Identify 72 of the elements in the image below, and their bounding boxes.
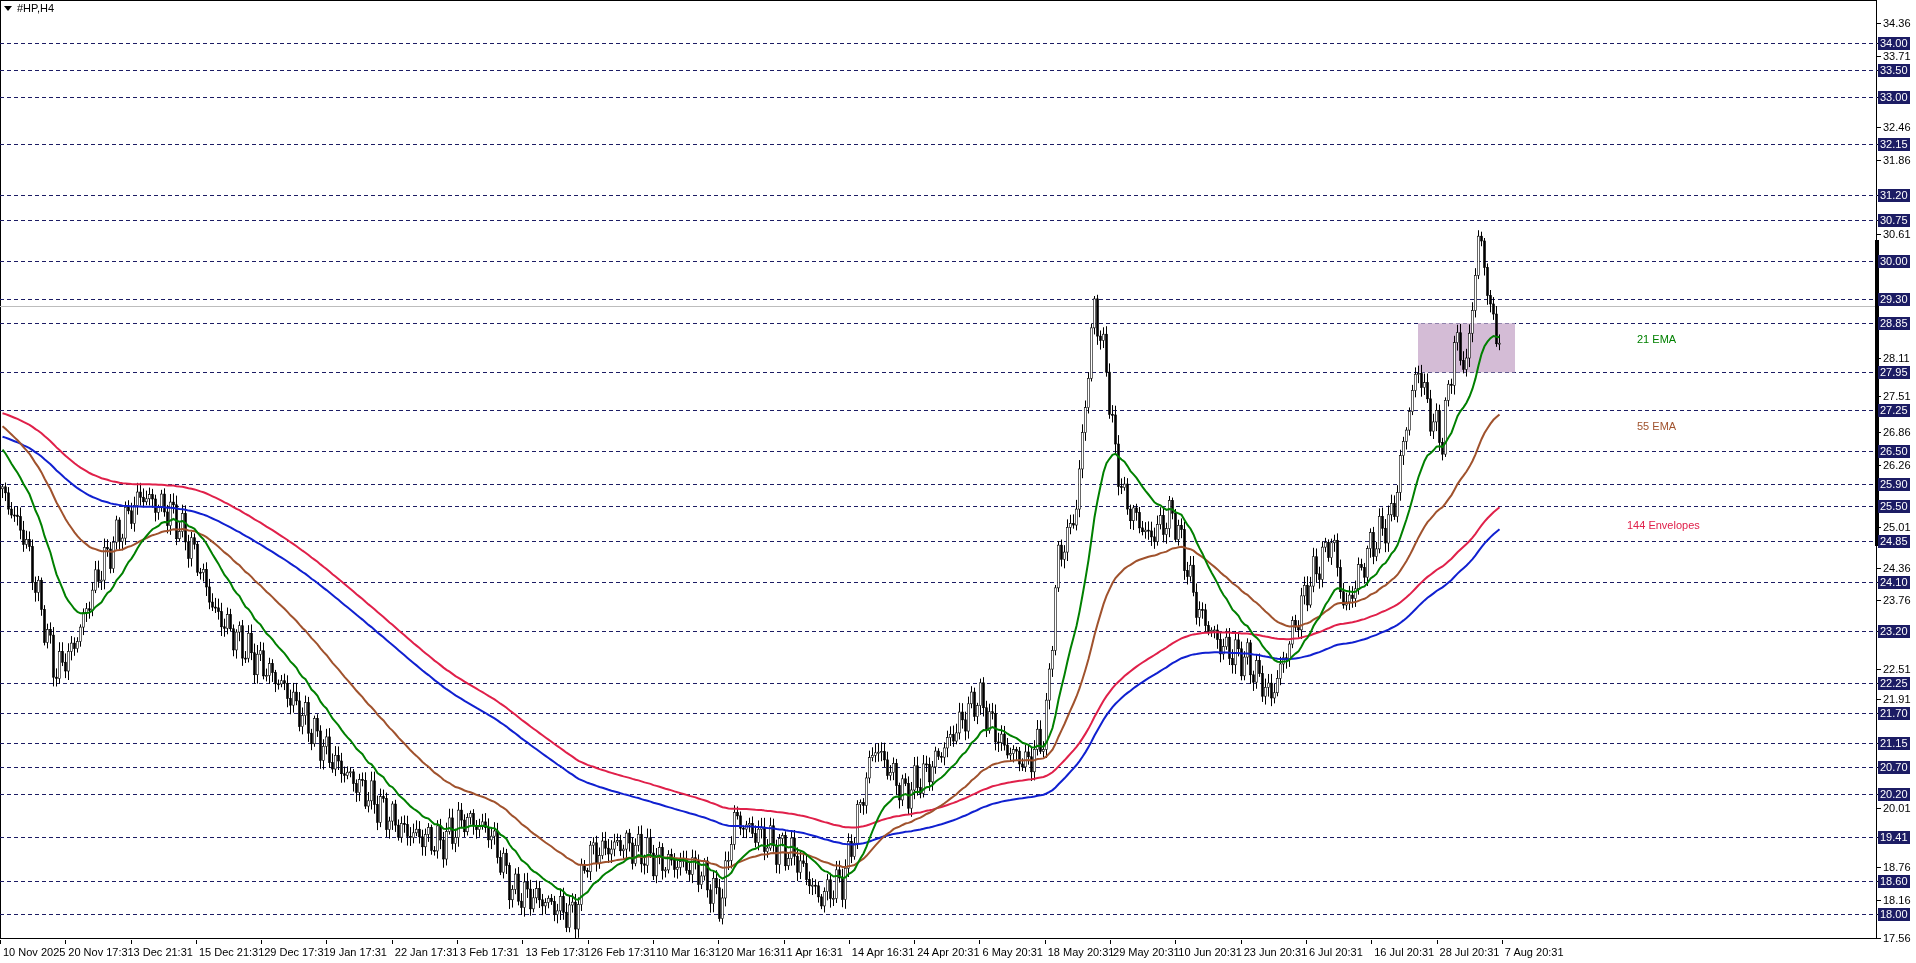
- indicator-label: 144 Envelopes: [1627, 520, 1700, 531]
- price-level-label: 27.95: [1878, 366, 1910, 379]
- time-label: 23 Jun 20:31: [1243, 947, 1308, 958]
- price-level-label: 34.00: [1878, 37, 1910, 50]
- time-label: 28 Jul 20:31: [1439, 947, 1500, 958]
- time-label: 24 Apr 20:31: [917, 947, 980, 958]
- price-label: 27.51: [1883, 390, 1911, 403]
- time-label: 22 Jan 17:31: [394, 947, 459, 958]
- price-level-label: 23.20: [1878, 625, 1910, 638]
- price-level-label: 22.25: [1878, 677, 1910, 690]
- time-label: 14 Apr 16:31: [851, 947, 915, 958]
- time-label: 26 Feb 17:31: [590, 947, 656, 958]
- price-label: 33.71: [1883, 50, 1911, 63]
- price-level-label: 19.41: [1878, 831, 1910, 844]
- price-label: 26.86: [1883, 426, 1911, 439]
- time-label: 10 Nov 2025: [3, 947, 66, 958]
- time-label: 20 Nov 17:31: [68, 947, 134, 958]
- time-label: 29 Dec 17:31: [264, 947, 330, 958]
- time-label: 9 Jan 17:31: [329, 947, 387, 958]
- price-level-label: 25.90: [1878, 478, 1910, 491]
- price-level-label: 25.50: [1878, 500, 1910, 513]
- price-level-label: 24.10: [1878, 576, 1910, 589]
- price-label: 22.51: [1883, 663, 1911, 676]
- time-label: 1 Apr 16:31: [786, 947, 843, 958]
- price-level-label: 31.20: [1878, 189, 1910, 202]
- time-label: 3 Dec 21:31: [133, 947, 193, 958]
- price-level-label: 32.15: [1878, 138, 1910, 151]
- price-label: 34.36: [1883, 17, 1911, 30]
- indicator-label: 55 EMA: [1637, 421, 1677, 432]
- price-level-label: 21.70: [1878, 707, 1910, 720]
- price-level-label: 26.50: [1878, 445, 1910, 458]
- price-label: 26.26: [1883, 459, 1911, 472]
- price-label: 32.46: [1883, 121, 1911, 134]
- time-label: 3 Feb 17:31: [460, 947, 519, 958]
- price-label: 21.91: [1883, 693, 1911, 706]
- time-label: 6 Jul 20:31: [1308, 947, 1363, 958]
- price-label: 28.11: [1883, 352, 1910, 365]
- price-level-label: 30.75: [1878, 214, 1910, 227]
- price-level-label: 33.50: [1878, 64, 1910, 77]
- time-label: 10 Jun 20:31: [1178, 947, 1242, 958]
- time-label: 13 Feb 17:31: [525, 947, 591, 958]
- time-label: 18 May 20:31: [1047, 947, 1115, 958]
- price-label: 17.56: [1883, 932, 1911, 945]
- price-level-label: 27.25: [1878, 404, 1910, 417]
- time-label: 10 Mar 16:31: [655, 947, 721, 958]
- price-level-label: 33.00: [1878, 91, 1910, 104]
- price-level-label: 20.70: [1878, 761, 1910, 774]
- price-label: 23.76: [1883, 594, 1911, 607]
- price-level-label: 21.15: [1878, 737, 1910, 750]
- price-label: 20.01: [1883, 802, 1911, 815]
- price-label: 25.01: [1883, 521, 1911, 534]
- price-level-label: 20.20: [1878, 788, 1910, 801]
- chart-title: #HP,H4: [17, 3, 55, 14]
- price-label: 31.86: [1883, 154, 1911, 167]
- price-level-label: 30.00: [1878, 255, 1910, 268]
- price-label: 18.76: [1883, 861, 1911, 874]
- time-label: 7 Aug 20:31: [1504, 947, 1564, 958]
- time-label: 6 May 20:31: [982, 947, 1043, 958]
- price-level-label: 18.00: [1878, 908, 1910, 921]
- time-label: 20 Mar 16:31: [721, 947, 787, 958]
- time-label: 15 Dec 21:31: [198, 947, 265, 958]
- indicator-label: 21 EMA: [1637, 334, 1677, 345]
- time-label: 29 May 20:31: [1113, 947, 1180, 958]
- time-label: 16 Jul 20:31: [1374, 947, 1435, 958]
- price-level-label: 28.85: [1878, 317, 1910, 330]
- price-level-label: 18.60: [1878, 875, 1910, 888]
- price-level-label: 29.30: [1878, 293, 1910, 306]
- dropdown-icon[interactable]: [4, 6, 12, 11]
- price-label: 30.61: [1883, 228, 1911, 241]
- price-label: 18.16: [1883, 894, 1911, 907]
- price-label: 24.36: [1883, 562, 1911, 575]
- price-level-label: 24.85: [1878, 535, 1910, 548]
